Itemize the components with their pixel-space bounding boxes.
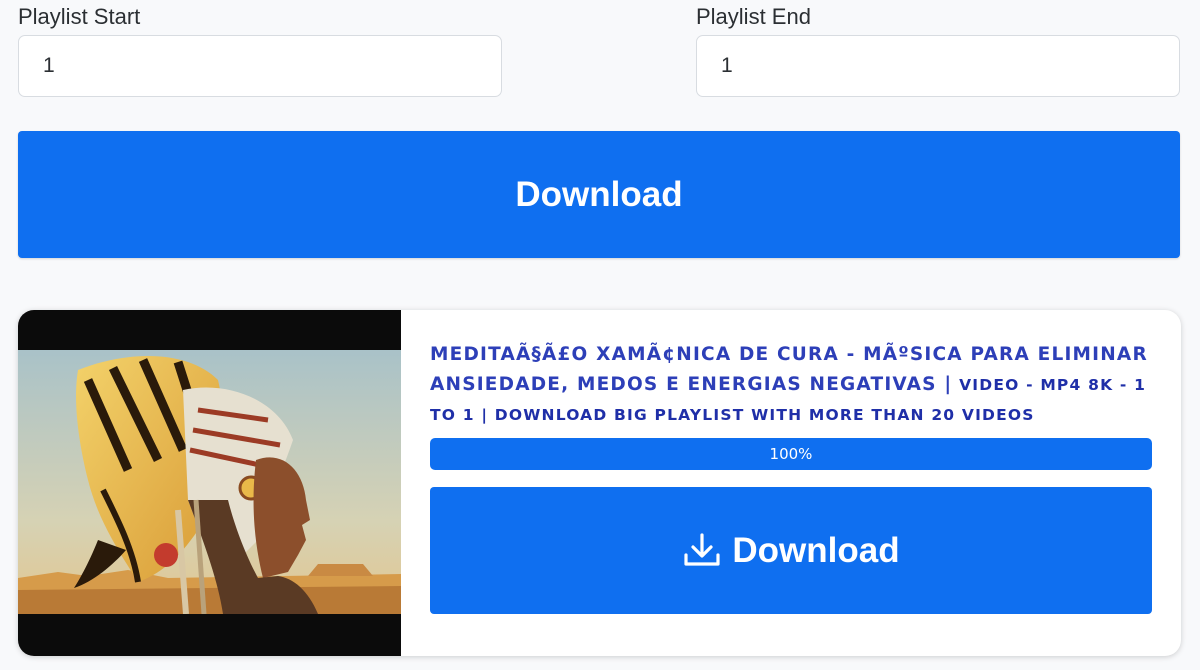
progress-fill: 100% [430, 438, 1152, 470]
download-progress-bar: 100% [430, 438, 1152, 470]
playlist-start-label: Playlist Start [18, 4, 141, 29]
thumbnail-image [18, 350, 401, 614]
playlist-end-label: Playlist End [696, 4, 811, 29]
download-button[interactable]: Download [18, 131, 1180, 258]
progress-label: 100% [769, 445, 813, 463]
download-tray-icon [684, 532, 720, 566]
video-result-card: MEDITAÃ§Ã£O XAMÃ¢NICA DE CURA - MÃºSICA … [18, 310, 1181, 656]
playlist-start-input[interactable] [18, 35, 502, 97]
video-thumbnail[interactable] [18, 310, 401, 656]
video-title: MEDITAÃ§Ã£O XAMÃ¢NICA DE CURA - MÃºSICA … [430, 340, 1160, 430]
playlist-end-input[interactable] [696, 35, 1180, 97]
video-download-label: Download [732, 530, 900, 570]
video-download-button[interactable]: Download [430, 487, 1152, 614]
